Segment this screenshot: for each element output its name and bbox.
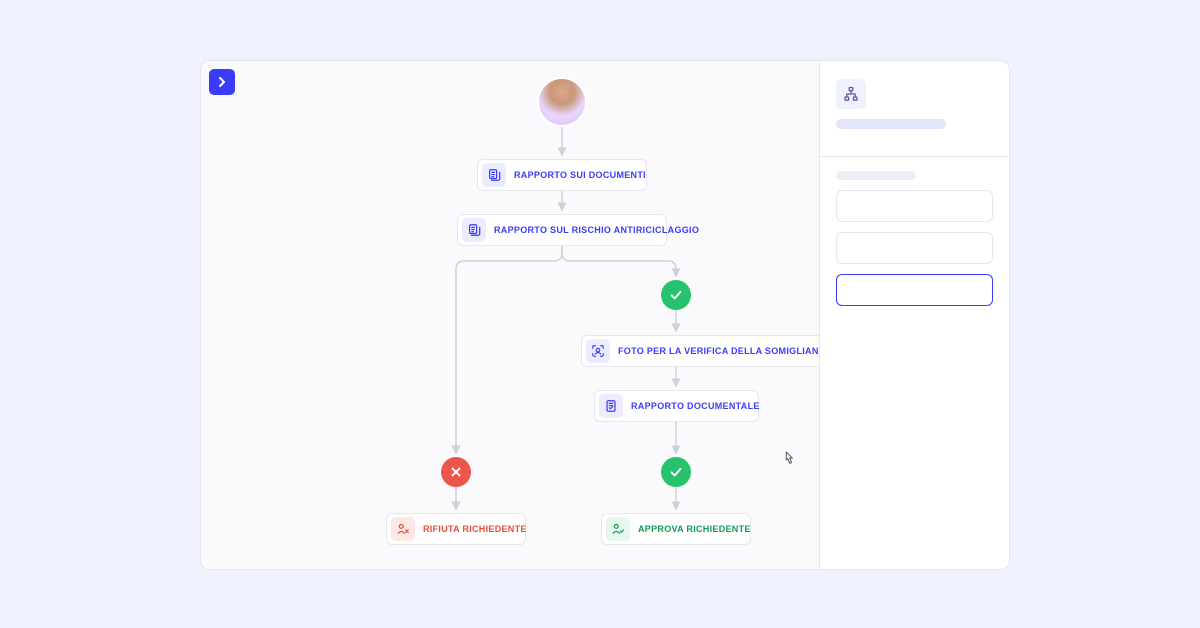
check-icon [669, 465, 683, 479]
step-documents-report[interactable]: RAPPORTO SUI DOCUMENTI [477, 159, 647, 191]
workflow-canvas[interactable]: RAPPORTO SUI DOCUMENTI RAPPORTO SUL RISC… [201, 61, 821, 570]
step-label: RAPPORTO DOCUMENTALE [631, 401, 760, 411]
person-x-icon [391, 517, 415, 541]
panel-title-skeleton [836, 119, 946, 129]
step-label: APPROVA RICHIEDENTE [638, 524, 751, 534]
step-label: RAPPORTO SUI DOCUMENTI [514, 170, 646, 180]
cross-icon [449, 465, 463, 479]
app-window: RAPPORTO SUI DOCUMENTI RAPPORTO SUL RISC… [200, 60, 1010, 570]
step-approve-applicant[interactable]: APPROVA RICHIEDENTE [601, 513, 751, 545]
decision-reject[interactable] [441, 457, 471, 487]
panel-body [820, 157, 1009, 330]
panel-header [820, 61, 1009, 157]
cursor-icon [781, 451, 795, 467]
step-documentary-report[interactable]: RAPPORTO DOCUMENTALE [594, 390, 759, 422]
file-check-icon [599, 394, 623, 418]
step-face-similarity-photo[interactable]: FOTO PER LA VERIFICA DELLA SOMIGLIANZA F… [581, 335, 821, 367]
check-icon [669, 288, 683, 302]
applicant-avatar[interactable] [537, 77, 587, 127]
file-stack-icon [462, 218, 486, 242]
face-scan-icon [586, 339, 610, 363]
step-label: RAPPORTO SUL RISCHIO ANTIRICICLAGGIO [494, 225, 699, 235]
decision-approve[interactable] [661, 280, 691, 310]
panel-field-selected[interactable] [836, 274, 993, 306]
properties-panel [819, 61, 1009, 570]
flow-tree-icon [836, 79, 866, 109]
panel-field[interactable] [836, 232, 993, 264]
step-label: FOTO PER LA VERIFICA DELLA SOMIGLIANZA F… [618, 346, 821, 356]
step-label: RIFIUTA RICHIEDENTE [423, 524, 527, 534]
step-reject-applicant[interactable]: RIFIUTA RICHIEDENTE [386, 513, 526, 545]
file-stack-icon [482, 163, 506, 187]
person-check-icon [606, 517, 630, 541]
decision-approve[interactable] [661, 457, 691, 487]
panel-subtitle-skeleton [836, 171, 916, 180]
panel-field[interactable] [836, 190, 993, 222]
step-aml-risk-report[interactable]: RAPPORTO SUL RISCHIO ANTIRICICLAGGIO [457, 214, 667, 246]
connectors-svg [201, 61, 821, 570]
